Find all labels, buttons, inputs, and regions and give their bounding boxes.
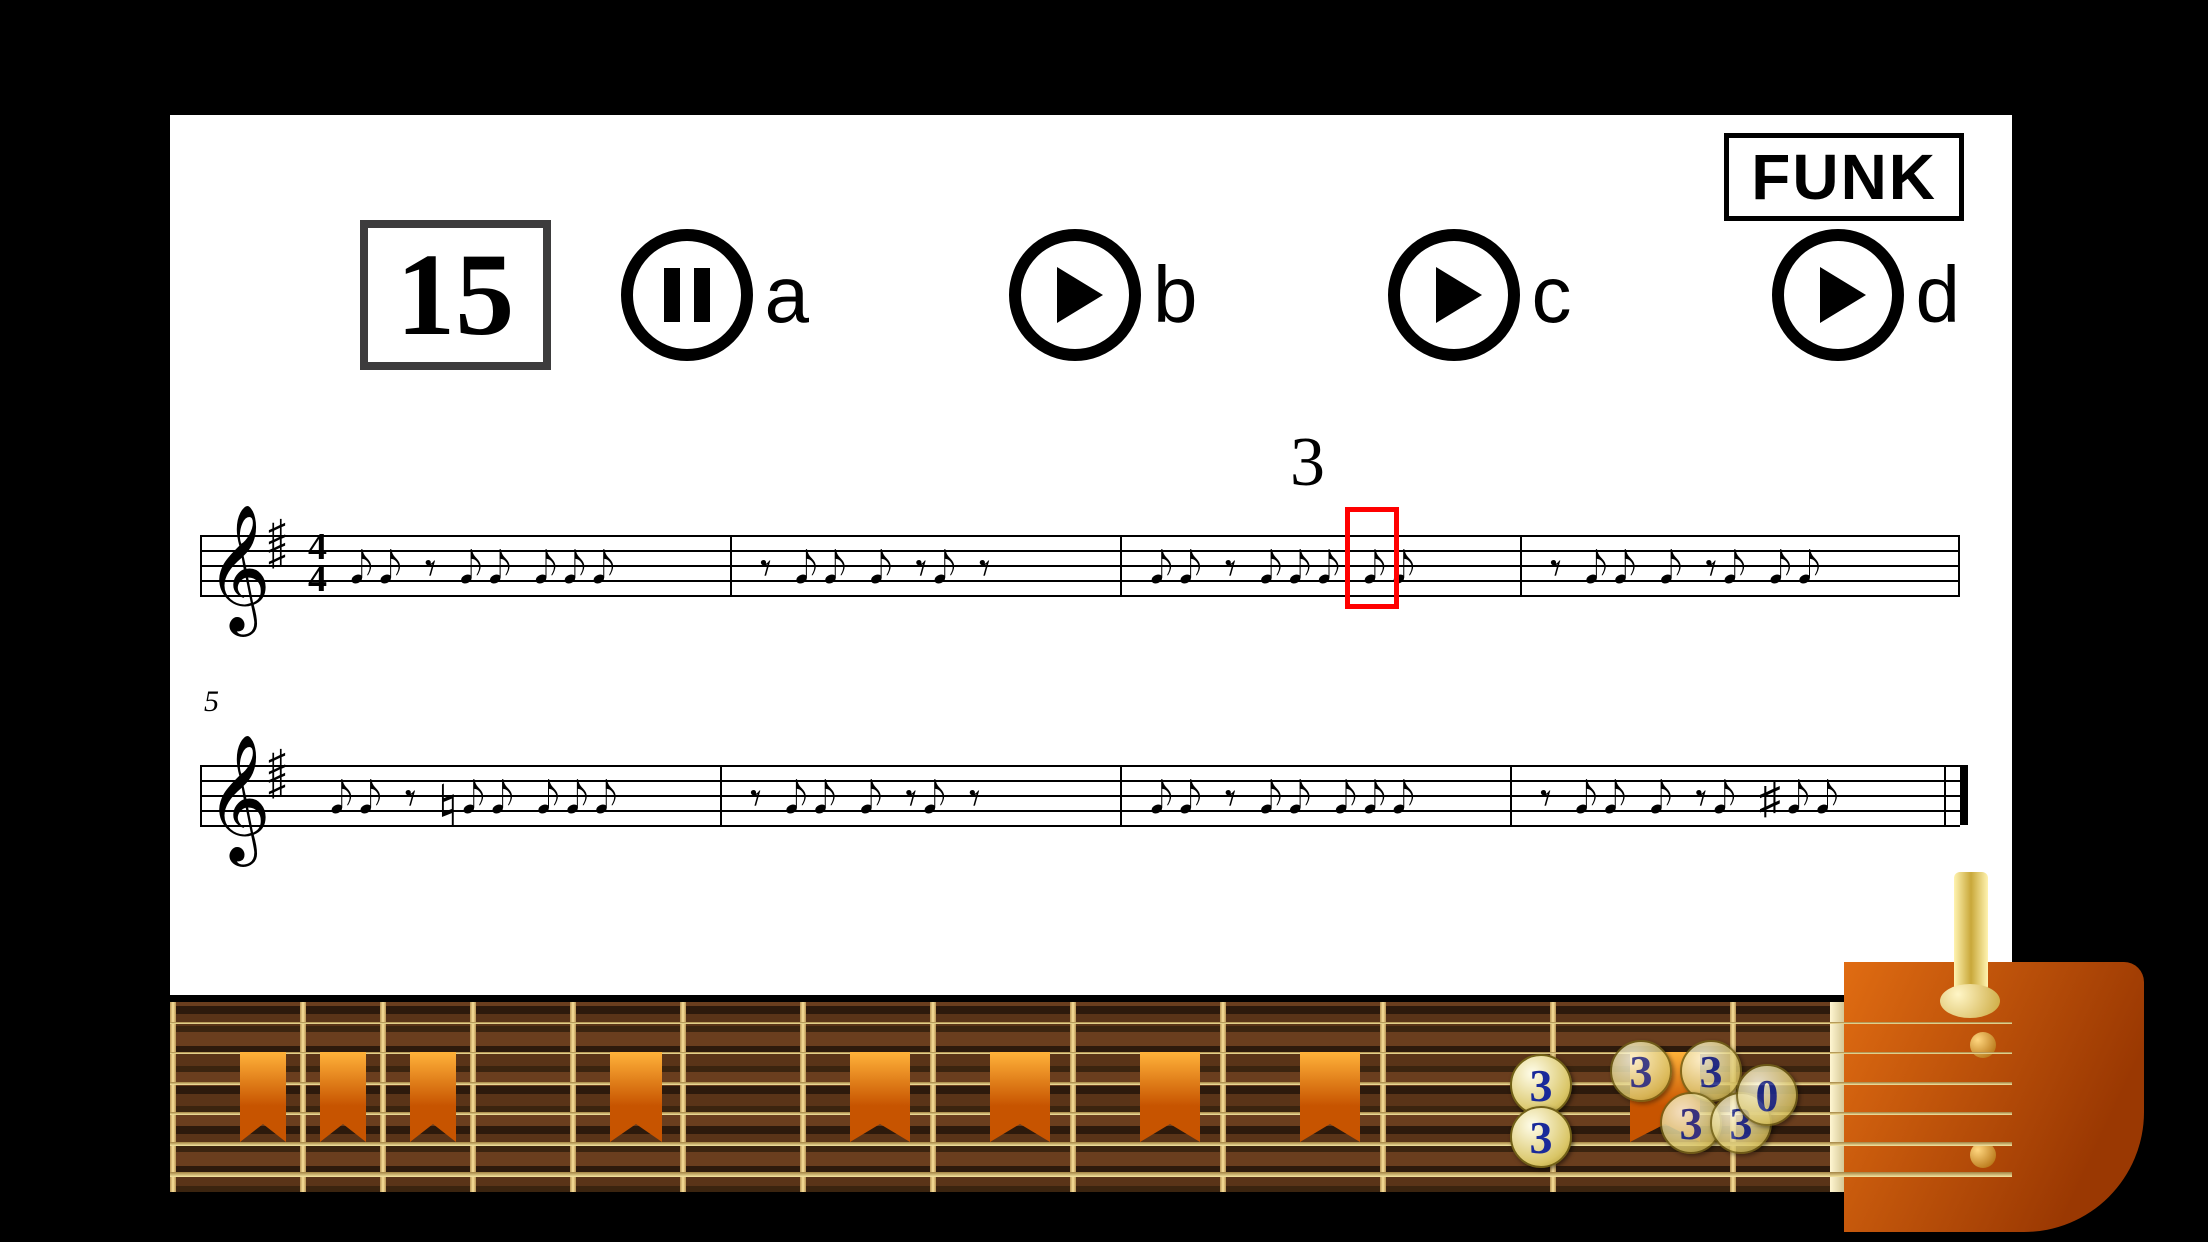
music-notes: 𝄾 𝅘𝅥𝅮𝅘𝅥𝅮 𝅘𝅥𝅮 𝄾𝅘𝅥𝅮 ♯𝅘𝅥𝅮𝅘𝅥𝅮 xyxy=(1540,773,1845,824)
variation-b-label: b xyxy=(1153,249,1198,341)
treble-clef-icon: 𝄞 xyxy=(206,505,271,633)
controls-row: 15 a b c d xyxy=(360,225,1960,365)
key-signature: ♯♯ xyxy=(268,753,280,793)
staff-line-2: 𝄞 ♯♯ 𝅘𝅥𝅮𝅘𝅥𝅮 𝄾 ♮𝅘𝅥𝅮𝅘𝅥𝅮 𝅘𝅥𝅮𝅘𝅥𝅮𝅘𝅥𝅮 𝄾 𝅘𝅥𝅮𝅘𝅥𝅮… xyxy=(200,765,1960,825)
variation-a-label: a xyxy=(765,249,810,341)
music-notes: 𝅘𝅥𝅮𝅘𝅥𝅮 𝄾 ♮𝅘𝅥𝅮𝅘𝅥𝅮 𝅘𝅥𝅮𝅘𝅥𝅮𝅘𝅥𝅮 xyxy=(330,773,623,824)
variation-a-button[interactable]: a xyxy=(621,229,810,361)
play-icon xyxy=(1388,229,1520,361)
variation-c-label: c xyxy=(1532,249,1572,341)
play-icon xyxy=(1009,229,1141,361)
variation-d-button[interactable]: d xyxy=(1772,229,1961,361)
fretboard[interactable]: 3 3 3 3 3 3 0 xyxy=(170,1002,2012,1192)
music-notes: 𝄾 𝅘𝅥𝅮𝅘𝅥𝅮 𝅘𝅥𝅮 𝄾𝅘𝅥𝅮 𝄾 xyxy=(760,543,997,594)
music-notes: 𝄾 𝅘𝅥𝅮𝅘𝅥𝅮 𝅘𝅥𝅮 𝄾𝅘𝅥𝅮 𝄾 xyxy=(750,773,987,824)
main-panel: FUNK 15 a b c d 3 𝄞 ♯♯ xyxy=(170,115,2012,995)
finger-marker: 3 xyxy=(1510,1106,1572,1168)
tuning-peg xyxy=(1954,872,1988,992)
time-signature: 44 xyxy=(308,531,327,595)
variation-d-label: d xyxy=(1916,249,1961,341)
finger-marker-ghost: 0 xyxy=(1736,1064,1798,1126)
playback-cursor xyxy=(1345,507,1399,609)
variation-b-button[interactable]: b xyxy=(1009,229,1198,361)
music-notes: 𝄾 𝅘𝅥𝅮𝅘𝅥𝅮 𝅘𝅥𝅮 𝄾𝅘𝅥𝅮 𝅘𝅥𝅮𝅘𝅥𝅮 xyxy=(1550,543,1827,594)
tuning-peg-knob xyxy=(1940,984,2000,1018)
music-notes: 𝅘𝅥𝅮𝅘𝅥𝅮 𝄾 𝅘𝅥𝅮𝅘𝅥𝅮 𝅘𝅥𝅮𝅘𝅥𝅮𝅘𝅥𝅮 xyxy=(350,543,621,594)
nut xyxy=(1830,1002,1844,1192)
style-label: FUNK xyxy=(1724,133,1964,221)
pause-icon xyxy=(621,229,753,361)
variation-c-button[interactable]: c xyxy=(1388,229,1572,361)
triplet-marker: 3 xyxy=(1290,423,1325,503)
bar-number: 5 xyxy=(204,685,219,719)
key-signature: ♯♯ xyxy=(268,523,280,563)
finger-marker-ghost: 3 xyxy=(1610,1040,1672,1102)
exercise-number-box: 15 xyxy=(360,220,551,370)
music-notes: 𝅘𝅥𝅮𝅘𝅥𝅮 𝄾 𝅘𝅥𝅮𝅘𝅥𝅮 𝅘𝅥𝅮𝅘𝅥𝅮𝅘𝅥𝅮 xyxy=(1150,773,1421,824)
play-icon xyxy=(1772,229,1904,361)
headstock-dot xyxy=(1970,1032,1996,1058)
staff-line-1: 𝄞 ♯♯ 44 𝅘𝅥𝅮𝅘𝅥𝅮 𝄾 𝅘𝅥𝅮𝅘𝅥𝅮 𝅘𝅥𝅮𝅘𝅥𝅮𝅘𝅥𝅮 𝄾 𝅘𝅥𝅮𝅘… xyxy=(200,535,1960,595)
treble-clef-icon: 𝄞 xyxy=(206,735,271,863)
